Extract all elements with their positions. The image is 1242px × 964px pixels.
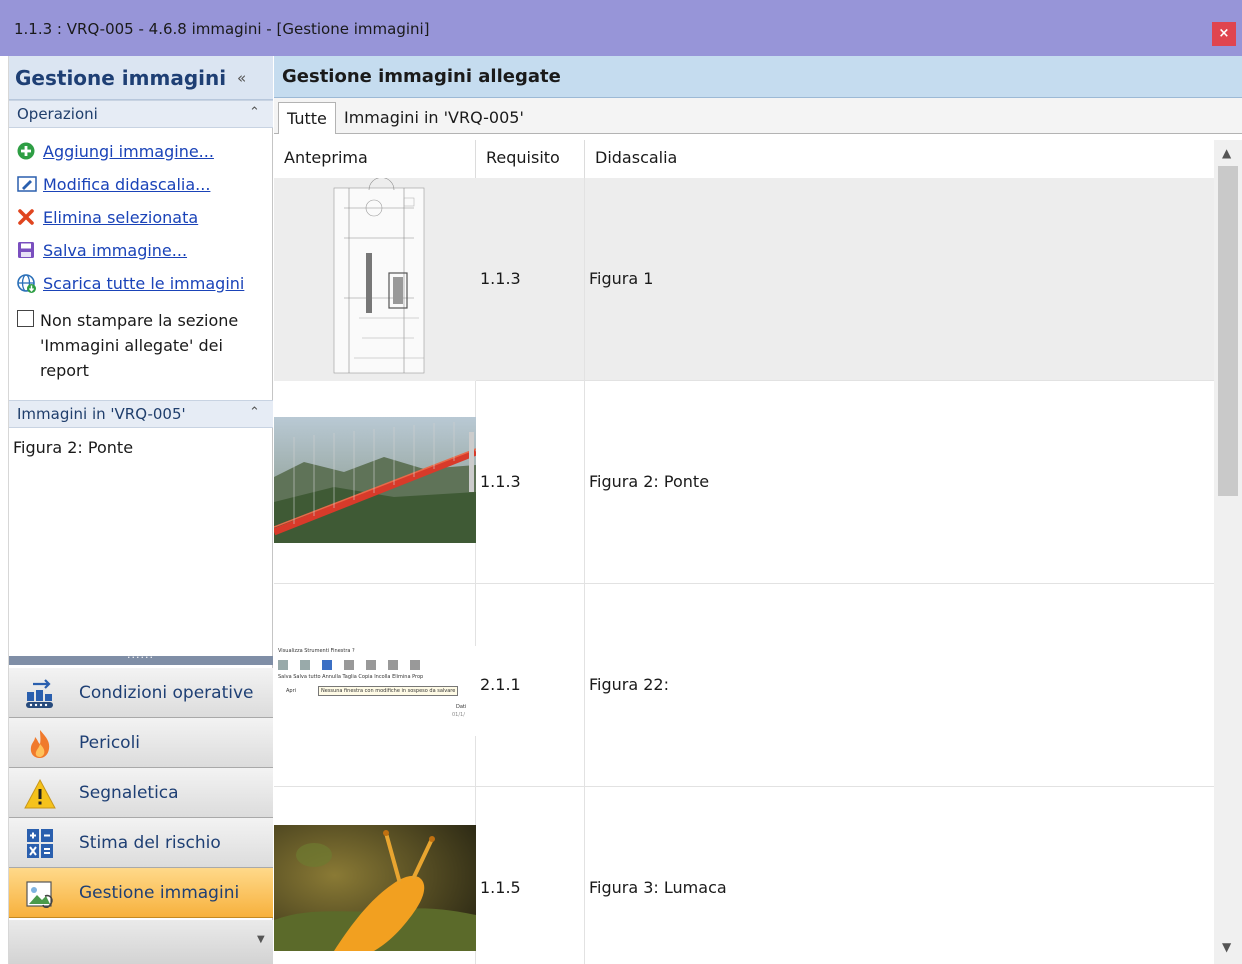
preview-cell xyxy=(274,381,476,584)
edit-caption-link[interactable]: Modifica didascalia... xyxy=(43,175,210,194)
nav-overflow[interactable]: ▼ xyxy=(9,920,273,964)
main-header: Gestione immagini allegate xyxy=(274,56,1242,98)
nav-label: Segnaletica xyxy=(79,783,179,803)
didascalia-value: Figura 2: Ponte xyxy=(589,472,710,491)
nav-label: Gestione immagini xyxy=(79,883,240,903)
sidebar-title: Gestione immagini xyxy=(15,66,227,90)
main-panel: Gestione immagini allegate Tutte Immagin… xyxy=(274,56,1242,964)
no-print-checkbox-row[interactable]: Non stampare la sezione 'Immagini allega… xyxy=(17,308,255,383)
image-manager-icon xyxy=(23,878,57,910)
add-icon xyxy=(17,142,35,160)
edit-caption-icon xyxy=(17,175,37,193)
nav-condizioni-operative[interactable]: Condizioni operative xyxy=(9,668,273,718)
nav-label: Pericoli xyxy=(79,733,141,753)
no-print-checkbox-label[interactable]: Non stampare la sezione 'Immagini allega… xyxy=(40,308,255,383)
close-button[interactable]: × xyxy=(1212,22,1236,46)
didascalia-value: Figura 22: xyxy=(589,675,669,694)
didascalia-value: Figura 3: Lumaca xyxy=(589,878,727,897)
didascalia-value: Figura 1 xyxy=(589,269,654,288)
add-image-link[interactable]: Aggiungi immagine... xyxy=(43,142,214,161)
fire-icon xyxy=(23,728,57,760)
preview-cell xyxy=(274,787,476,964)
scrollbar-thumb[interactable] xyxy=(1218,166,1238,496)
images-section-label: Immagini in 'VRQ-005' xyxy=(17,405,186,423)
warning-sign-icon xyxy=(23,778,57,810)
column-header-anteprima[interactable]: Anteprima xyxy=(274,140,476,178)
table-row[interactable]: 1.1.3 Figura 1 xyxy=(274,178,1214,381)
chevron-up-icon[interactable]: ⌃ xyxy=(249,105,260,120)
preview-cell xyxy=(274,178,476,381)
sidebar-header: Gestione immagini « xyxy=(9,56,273,100)
tab-tutte[interactable]: Tutte xyxy=(278,102,336,134)
sidebar: Gestione immagini « Operazioni ⌃ Aggiung… xyxy=(8,56,273,964)
nav-pericoli[interactable]: Pericoli xyxy=(9,718,273,768)
nav-label: Condizioni operative xyxy=(79,683,254,703)
thumb-dati: Dati xyxy=(456,704,467,710)
add-image-action[interactable]: Aggiungi immagine... xyxy=(17,138,214,164)
calculator-icon xyxy=(23,828,57,860)
table-row[interactable]: Visualizza Strumenti Finestra ? Salva Sa… xyxy=(274,584,1214,787)
download-all-action[interactable]: Scarica tutte le immagini xyxy=(17,270,244,296)
requisito-cell: 1.1.5 xyxy=(476,787,585,964)
save-icon xyxy=(17,241,35,259)
operating-conditions-icon xyxy=(23,678,57,710)
thumb-toolbar-icons xyxy=(278,660,474,674)
vertical-scrollbar[interactable]: ▲ ▼ xyxy=(1214,140,1242,964)
save-image-action[interactable]: Salva immagine... xyxy=(17,237,187,263)
column-header-didascalia[interactable]: Didascalia xyxy=(585,140,1214,178)
page-title: Gestione immagini allegate xyxy=(282,66,561,87)
didascalia-cell: Figura 3: Lumaca xyxy=(585,787,1214,964)
thumb-tooltip: Nessuna finestra con modifiche in sospes… xyxy=(318,686,459,696)
delete-selected-link[interactable]: Elimina selezionata xyxy=(43,208,198,227)
window-title: 1.1.3 : VRQ-005 - 4.6.8 immagini - [Gest… xyxy=(14,20,430,38)
thumb-button-labels: Salva Salva tutto Annulla Taglia Copia I… xyxy=(278,674,424,680)
didascalia-cell: Figura 1 xyxy=(585,178,1214,381)
list-item[interactable]: Figura 2: Ponte xyxy=(13,438,133,457)
technical-drawing-thumbnail xyxy=(274,178,476,381)
didascalia-cell: Figura 2: Ponte xyxy=(585,381,1214,584)
didascalia-cell: Figura 22: xyxy=(585,584,1214,787)
download-globe-icon xyxy=(17,274,36,293)
column-header-requisito[interactable]: Requisito xyxy=(476,140,585,178)
no-print-checkbox[interactable] xyxy=(17,310,34,327)
collapse-sidebar-icon[interactable]: « xyxy=(237,69,246,87)
requisito-value: 1.1.3 xyxy=(480,269,521,288)
requisito-value: 2.1.1 xyxy=(480,675,521,694)
requisito-value: 1.1.5 xyxy=(480,878,521,897)
delete-selected-action[interactable]: Elimina selezionata xyxy=(17,204,198,230)
tab-bar: Tutte Immagini in 'VRQ-005' xyxy=(274,98,1242,134)
edit-caption-action[interactable]: Modifica didascalia... xyxy=(17,171,210,197)
thumb-date: 01/1/ xyxy=(452,712,465,718)
chevron-up-icon[interactable]: ⌃ xyxy=(249,405,260,420)
chevron-down-icon[interactable]: ▼ xyxy=(257,934,265,945)
requisito-value: 1.1.3 xyxy=(480,472,521,491)
bridge-photo-thumbnail xyxy=(274,417,476,543)
toolbar-screenshot-thumbnail: Visualizza Strumenti Finestra ? Salva Sa… xyxy=(274,646,476,736)
requisito-cell: 2.1.1 xyxy=(476,584,585,787)
images-section-header[interactable]: Immagini in 'VRQ-005' ⌃ xyxy=(9,400,273,428)
panel-splitter[interactable]: ······ xyxy=(9,651,273,665)
nav-stima-del-rischio[interactable]: Stima del rischio xyxy=(9,818,273,868)
table-row[interactable]: 1.1.5 Figura 3: Lumaca xyxy=(274,787,1214,964)
nav-label: Stima del rischio xyxy=(79,833,221,853)
thumb-apri: Apri xyxy=(286,688,297,694)
requisito-cell: 1.1.3 xyxy=(476,178,585,381)
scroll-down-icon[interactable]: ▼ xyxy=(1222,940,1231,954)
operations-header-label: Operazioni xyxy=(17,105,98,123)
scroll-up-icon[interactable]: ▲ xyxy=(1222,146,1231,160)
snail-photo-thumbnail xyxy=(274,825,476,951)
download-all-link[interactable]: Scarica tutte le immagini xyxy=(43,274,244,293)
thumb-menu-text: Visualizza Strumenti Finestra ? xyxy=(278,648,355,654)
window-titlebar: 1.1.3 : VRQ-005 - 4.6.8 immagini - [Gest… xyxy=(0,0,1242,56)
operations-section-header[interactable]: Operazioni ⌃ xyxy=(9,100,273,128)
nav-gestione-immagini[interactable]: Gestione immagini xyxy=(9,868,273,918)
nav-segnaletica[interactable]: Segnaletica xyxy=(9,768,273,818)
tab-immagini-vrq[interactable]: Immagini in 'VRQ-005' xyxy=(336,102,532,134)
delete-icon xyxy=(17,208,35,226)
table-row[interactable]: 1.1.3 Figura 2: Ponte xyxy=(274,381,1214,584)
requisito-cell: 1.1.3 xyxy=(476,381,585,584)
preview-cell: Visualizza Strumenti Finestra ? Salva Sa… xyxy=(274,584,476,787)
save-image-link[interactable]: Salva immagine... xyxy=(43,241,187,260)
